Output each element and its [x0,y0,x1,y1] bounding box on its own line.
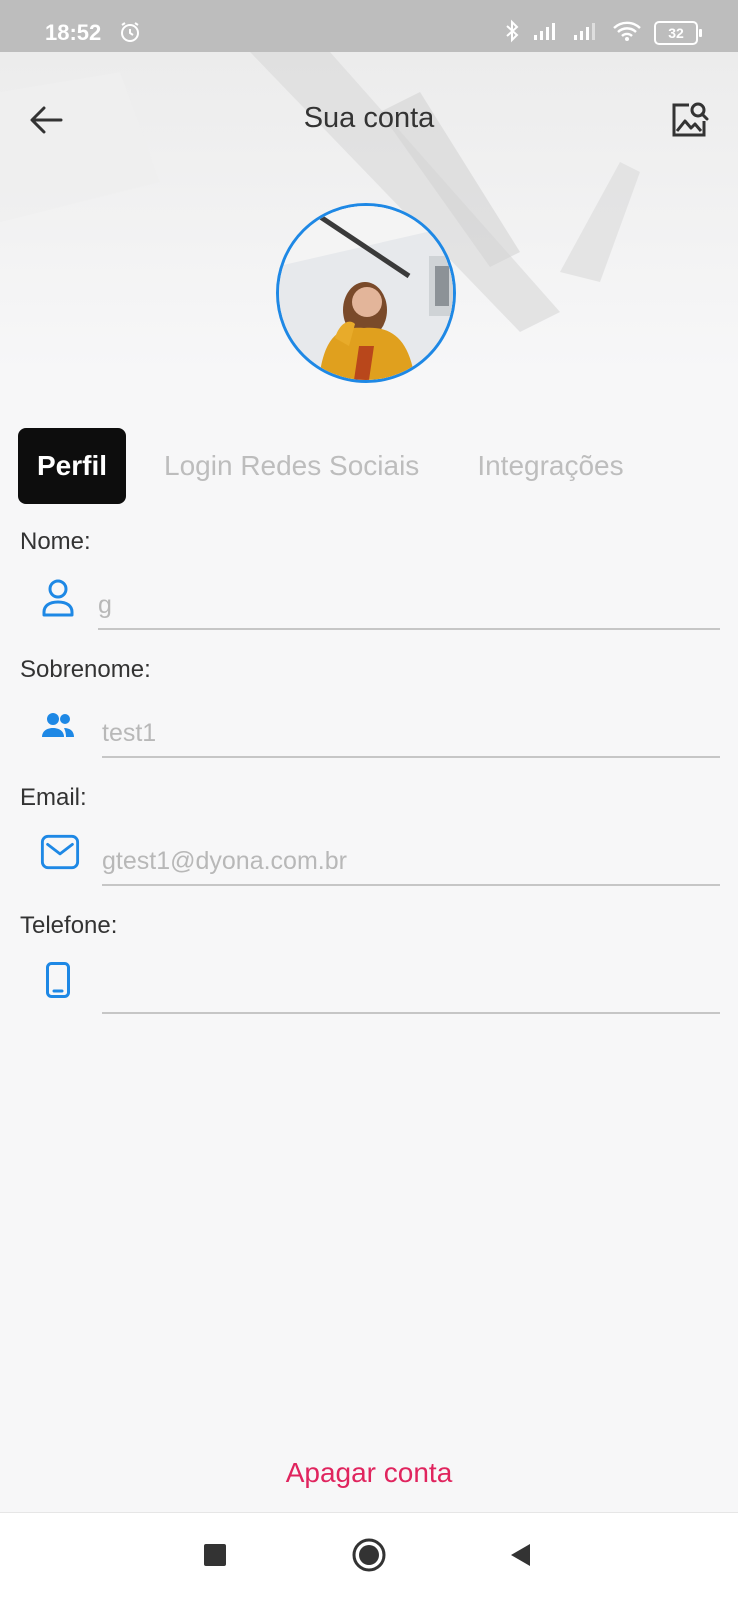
sobrenome-label: Sobrenome: [20,656,151,683]
change-photo-button[interactable] [666,98,712,144]
home-button[interactable] [347,1535,391,1579]
telefone-label: Telefone: [20,912,118,939]
person-icon [38,578,78,618]
phone-icon [38,960,78,1000]
page-title: Sua conta [303,102,435,134]
recent-apps-button[interactable] [193,1535,237,1579]
status-bar: 18:52 32 [0,0,738,52]
system-nav-bar [0,1512,738,1601]
image-search-icon [669,99,709,144]
profile-tabs: Perfil Login Redes Sociais Integrações [18,428,644,504]
delete-account-link[interactable]: Apagar conta [0,1457,738,1489]
email-input[interactable] [102,838,720,886]
people-icon [38,706,78,746]
battery-icon: 32 [654,21,702,45]
square-icon [203,1543,227,1572]
tab-perfil[interactable]: Perfil [18,428,127,504]
app-bar: Sua conta [0,52,738,182]
email-label: Email: [20,784,87,811]
alarm-icon [118,20,142,44]
tab-integracoes[interactable]: Integrações [457,428,643,504]
mail-icon [40,832,80,872]
signal-icon [532,21,560,46]
bluetooth-icon [504,19,520,48]
status-time: 18:52 [45,20,102,45]
signal-icon [572,21,600,46]
home-circle-icon [351,1537,387,1578]
avatar[interactable] [276,203,456,383]
sobrenome-input[interactable] [102,710,720,758]
back-nav-button[interactable] [498,1535,542,1579]
triangle-back-icon [508,1542,532,1573]
nome-input[interactable] [98,582,720,630]
telefone-input[interactable] [102,966,720,1014]
status-icons: 32 [504,19,702,48]
wifi-icon [612,20,642,47]
nome-label: Nome: [20,528,91,555]
tab-login-redes-sociais[interactable]: Login Redes Sociais [144,428,439,504]
